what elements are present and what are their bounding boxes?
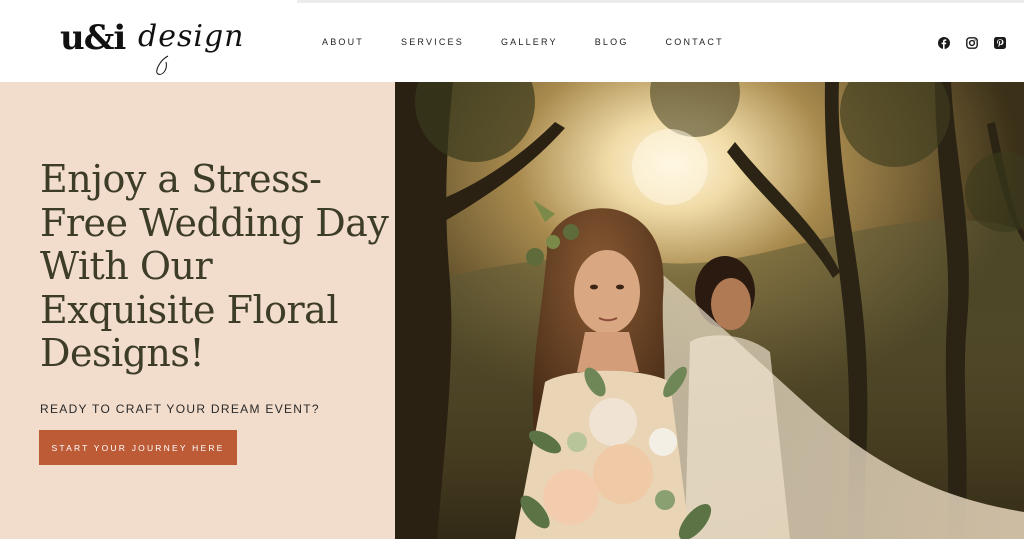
main-nav: ABOUT SERVICES GALLERY BLOG CONTACT [322, 37, 761, 47]
facebook-icon[interactable] [937, 36, 950, 49]
bride-with-bouquet-and-veil-photo [395, 82, 1024, 539]
hero-headline-line: With Our [40, 244, 213, 288]
hero-subhead: READY TO CRAFT YOUR DREAM EVENT? [40, 402, 320, 416]
hero-headline-line: Free Wedding Day [40, 200, 389, 245]
hero-headline-line: Exquisite Floral [40, 287, 339, 332]
nav-about[interactable]: ABOUT [322, 37, 364, 47]
social-links [937, 36, 1006, 49]
nav-contact[interactable]: CONTACT [666, 37, 724, 47]
hero-text-panel: Enjoy a Stress- Free Wedding Day With Ou… [0, 82, 395, 539]
hero-headline: Enjoy a Stress- Free Wedding Day With Ou… [40, 157, 390, 376]
nav-blog[interactable]: BLOG [595, 37, 629, 47]
hero-headline-line: Enjoy a Stress- [40, 157, 322, 201]
logo-mark: u&i [60, 18, 126, 58]
hero-photo [395, 82, 1024, 539]
logo-script: design [138, 19, 245, 54]
logo[interactable]: u&i design [60, 6, 245, 76]
pinterest-icon[interactable] [993, 36, 1006, 49]
header-top-border [297, 0, 1024, 3]
nav-services[interactable]: SERVICES [401, 37, 464, 47]
start-journey-button[interactable]: START YOUR JOURNEY HERE [39, 430, 237, 465]
nav-gallery[interactable]: GALLERY [501, 37, 558, 47]
hero-headline-line: Designs! [40, 331, 205, 375]
site-header: u&i design ABOUT SERVICES GALLERY BLOG C… [0, 0, 1024, 82]
instagram-icon[interactable] [965, 36, 978, 49]
